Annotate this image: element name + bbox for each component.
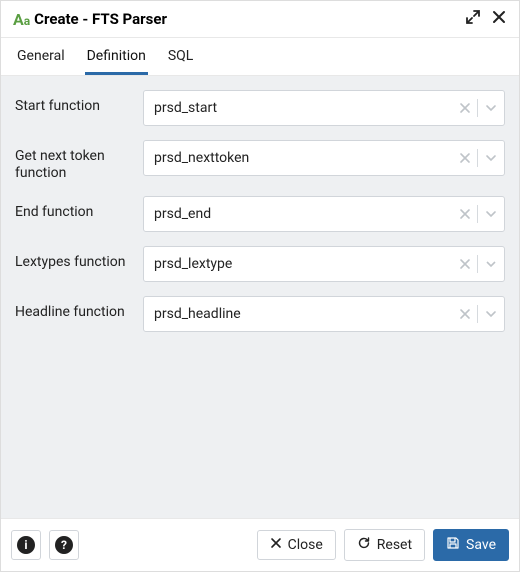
dialog-title-wrap: Aa Create - FTS Parser [13, 10, 465, 29]
clear-icon[interactable] [459, 308, 471, 320]
dialog-header: Aa Create - FTS Parser [1, 1, 519, 38]
select-headline-function-value: prsd_headline [154, 306, 459, 322]
info-icon: i [17, 536, 35, 554]
tab-general[interactable]: General [15, 38, 67, 75]
select-end-function[interactable]: prsd_end [143, 196, 505, 232]
tab-bar: General Definition SQL [1, 38, 519, 76]
divider [477, 305, 478, 323]
dialog-title: Create - FTS Parser [34, 10, 167, 28]
label-end-function: End function [15, 196, 143, 221]
save-icon [446, 536, 460, 554]
chevron-down-icon[interactable] [484, 307, 498, 321]
select-headline-function[interactable]: prsd_headline [143, 296, 505, 332]
clear-icon[interactable] [459, 258, 471, 270]
divider [477, 255, 478, 273]
select-start-function-value: prsd_start [154, 100, 459, 116]
divider [477, 99, 478, 117]
select-end-function-value: prsd_end [154, 206, 459, 222]
form-body: Start function prsd_start Get next token… [1, 76, 519, 518]
divider [477, 149, 478, 167]
chevron-down-icon[interactable] [484, 151, 498, 165]
clear-icon[interactable] [459, 208, 471, 220]
row-end-function: End function prsd_end [15, 196, 505, 232]
divider [477, 205, 478, 223]
label-start-function: Start function [15, 90, 143, 115]
select-nexttoken-function[interactable]: prsd_nexttoken [143, 140, 505, 176]
close-button-label: Close [288, 537, 323, 553]
select-start-function[interactable]: prsd_start [143, 90, 505, 126]
info-button[interactable]: i [11, 530, 41, 560]
close-icon[interactable] [491, 9, 507, 29]
row-headline-function: Headline function prsd_headline [15, 296, 505, 332]
label-lextypes-function: Lextypes function [15, 246, 143, 271]
expand-icon[interactable] [465, 9, 481, 29]
clear-icon[interactable] [459, 102, 471, 114]
select-nexttoken-function-value: prsd_nexttoken [154, 150, 459, 166]
help-button[interactable]: ? [49, 530, 79, 560]
help-icon: ? [55, 536, 73, 554]
row-nexttoken-function: Get next token function prsd_nexttoken [15, 140, 505, 182]
dialog-footer: i ? Close Reset Save [1, 518, 519, 571]
tab-definition[interactable]: Definition [85, 38, 148, 75]
label-headline-function: Headline function [15, 296, 143, 321]
app-logo-icon: Aa [13, 10, 30, 29]
save-button[interactable]: Save [433, 529, 509, 561]
header-actions [465, 9, 507, 29]
reset-button[interactable]: Reset [344, 529, 425, 561]
select-lextypes-function[interactable]: prsd_lextype [143, 246, 505, 282]
select-lextypes-function-value: prsd_lextype [154, 256, 459, 272]
label-nexttoken-function: Get next token function [15, 140, 143, 182]
save-button-label: Save [466, 537, 496, 553]
close-button[interactable]: Close [257, 530, 336, 560]
chevron-down-icon[interactable] [484, 207, 498, 221]
reset-icon [357, 536, 371, 554]
tab-sql[interactable]: SQL [166, 38, 195, 75]
row-start-function: Start function prsd_start [15, 90, 505, 126]
chevron-down-icon[interactable] [484, 257, 498, 271]
row-lextypes-function: Lextypes function prsd_lextype [15, 246, 505, 282]
clear-icon[interactable] [459, 152, 471, 164]
reset-button-label: Reset [377, 537, 412, 553]
close-x-icon [270, 537, 282, 553]
chevron-down-icon[interactable] [484, 101, 498, 115]
